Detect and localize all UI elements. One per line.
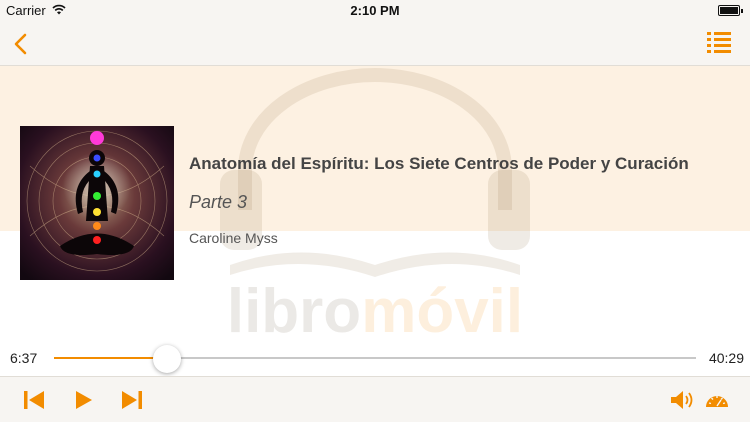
battery-icon [718,5,743,16]
skip-back-icon[interactable] [20,387,48,413]
progress-thumb[interactable] [152,345,181,373]
part-label: Parte 3 [189,192,248,212]
status-bar: Carrier 2:10 PM [0,0,750,22]
svg-text:libromóvil: libromóvil [227,277,523,345]
author-name: Caroline Myss [189,230,278,246]
progress-slider[interactable] [54,357,696,359]
skip-forward-icon[interactable] [118,387,146,413]
player-toolbar [0,376,750,422]
chapter-list-icon[interactable] [706,30,732,56]
chevron-left-icon[interactable] [8,28,38,60]
remaining-time: 40:29 [708,350,744,366]
watermark-libro: libro [227,277,361,345]
speed-gauge-icon[interactable] [704,387,730,413]
volume-icon[interactable] [668,387,696,413]
book-cover-image [20,126,174,280]
clock: 2:10 PM [350,3,400,18]
play-icon[interactable] [70,387,98,413]
elapsed-time: 6:37 [10,350,38,366]
watermark-movil: móvil [361,277,523,345]
progress-fill [54,357,167,359]
book-title: Anatomía del Espíritu: Los Siete Centros… [189,154,689,173]
